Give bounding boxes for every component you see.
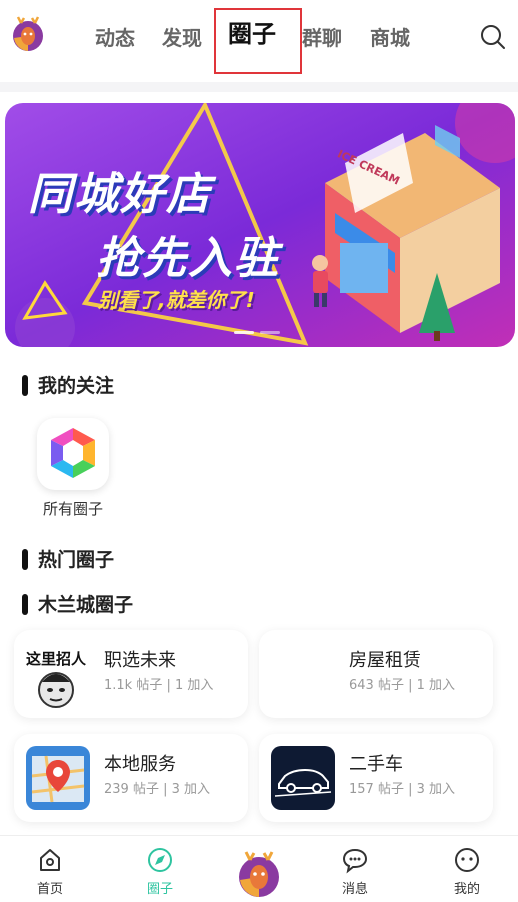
nav-home[interactable]: 首页 (10, 836, 90, 897)
circle-stats: 157 帖子 | 3 加入 (349, 782, 455, 797)
section-marker (22, 549, 28, 570)
all-circles-label: 所有圈子 (42, 500, 103, 518)
thumb-caption: 这里招人 (26, 650, 87, 668)
local-section-title: 木兰城圈子 (22, 593, 133, 617)
tab-group-chat[interactable]: 群聊 (302, 24, 342, 52)
nav-me-label: 我的 (453, 882, 480, 897)
circle-name: 二手车 (349, 754, 403, 775)
circle-stats: 239 帖子 | 3 加入 (104, 782, 210, 797)
circle-card[interactable]: 本地服务 239 帖子 | 3 加入 (14, 734, 248, 822)
map-pin-icon (26, 746, 90, 810)
promo-banner[interactable]: 同城好店 抢先入驻 别看了,就差你了! ICE CREAM (5, 103, 515, 347)
tab-mall[interactable]: 商城 (370, 24, 410, 52)
banner-pagination (234, 331, 280, 334)
deer-logo-icon[interactable] (232, 846, 286, 900)
tab-dynamic[interactable]: 动态 (95, 24, 135, 52)
active-tab-highlight (214, 8, 302, 74)
circle-name: 本地服务 (104, 754, 176, 775)
top-bar: 动态 发现 圈子 群聊 商城 (0, 0, 518, 82)
nav-me[interactable]: 我的 (427, 836, 507, 897)
deer-logo-icon[interactable] (8, 14, 48, 54)
circle-stats: 643 帖子 | 1 加入 (349, 678, 455, 693)
circle-name: 职选未来 (104, 650, 176, 671)
section-marker (22, 375, 28, 396)
hexagon-colorful-icon (37, 418, 109, 490)
banner-tagline: 别看了,就差你了! (98, 288, 255, 312)
circle-stats: 1.1k 帖子 | 1 加入 (104, 678, 214, 693)
top-divider (0, 82, 518, 92)
circle-card[interactable]: 房屋租赁 643 帖子 | 1 加入 (259, 630, 493, 718)
message-icon (342, 848, 368, 874)
tab-discover[interactable]: 发现 (162, 24, 202, 52)
banner-dot[interactable] (260, 331, 280, 334)
home-icon (40, 849, 60, 871)
all-circles-item[interactable]: 所有圈子 (30, 418, 116, 519)
nav-messages-label: 消息 (341, 882, 368, 897)
face-icon (455, 848, 479, 872)
nav-home-label: 首页 (36, 882, 63, 897)
following-section-title: 我的关注 (22, 374, 114, 398)
section-marker (22, 594, 28, 615)
bottom-navigation: 首页 圈子 消息 我的 (0, 835, 518, 902)
circle-card[interactable]: 这里招人 职选未来 1.1k 帖子 | 1 加入 (14, 630, 248, 718)
circle-name: 房屋租赁 (349, 650, 421, 671)
nav-messages[interactable]: 消息 (315, 836, 395, 897)
banner-dot[interactable] (234, 331, 254, 334)
nav-circle-label: 圈子 (146, 882, 173, 897)
banner-headline-2: 抢先入驻 (96, 233, 280, 284)
car-icon (271, 746, 335, 810)
recruit-meme-thumb: 这里招人 (22, 638, 96, 710)
hot-section-title: 热门圈子 (22, 548, 114, 572)
compass-icon (148, 848, 172, 872)
banner-headline-1: 同城好店 (28, 169, 212, 220)
nav-circle[interactable]: 圈子 (120, 836, 200, 897)
circle-card[interactable]: 二手车 157 帖子 | 3 加入 (259, 734, 493, 822)
search-icon[interactable] (478, 22, 508, 52)
